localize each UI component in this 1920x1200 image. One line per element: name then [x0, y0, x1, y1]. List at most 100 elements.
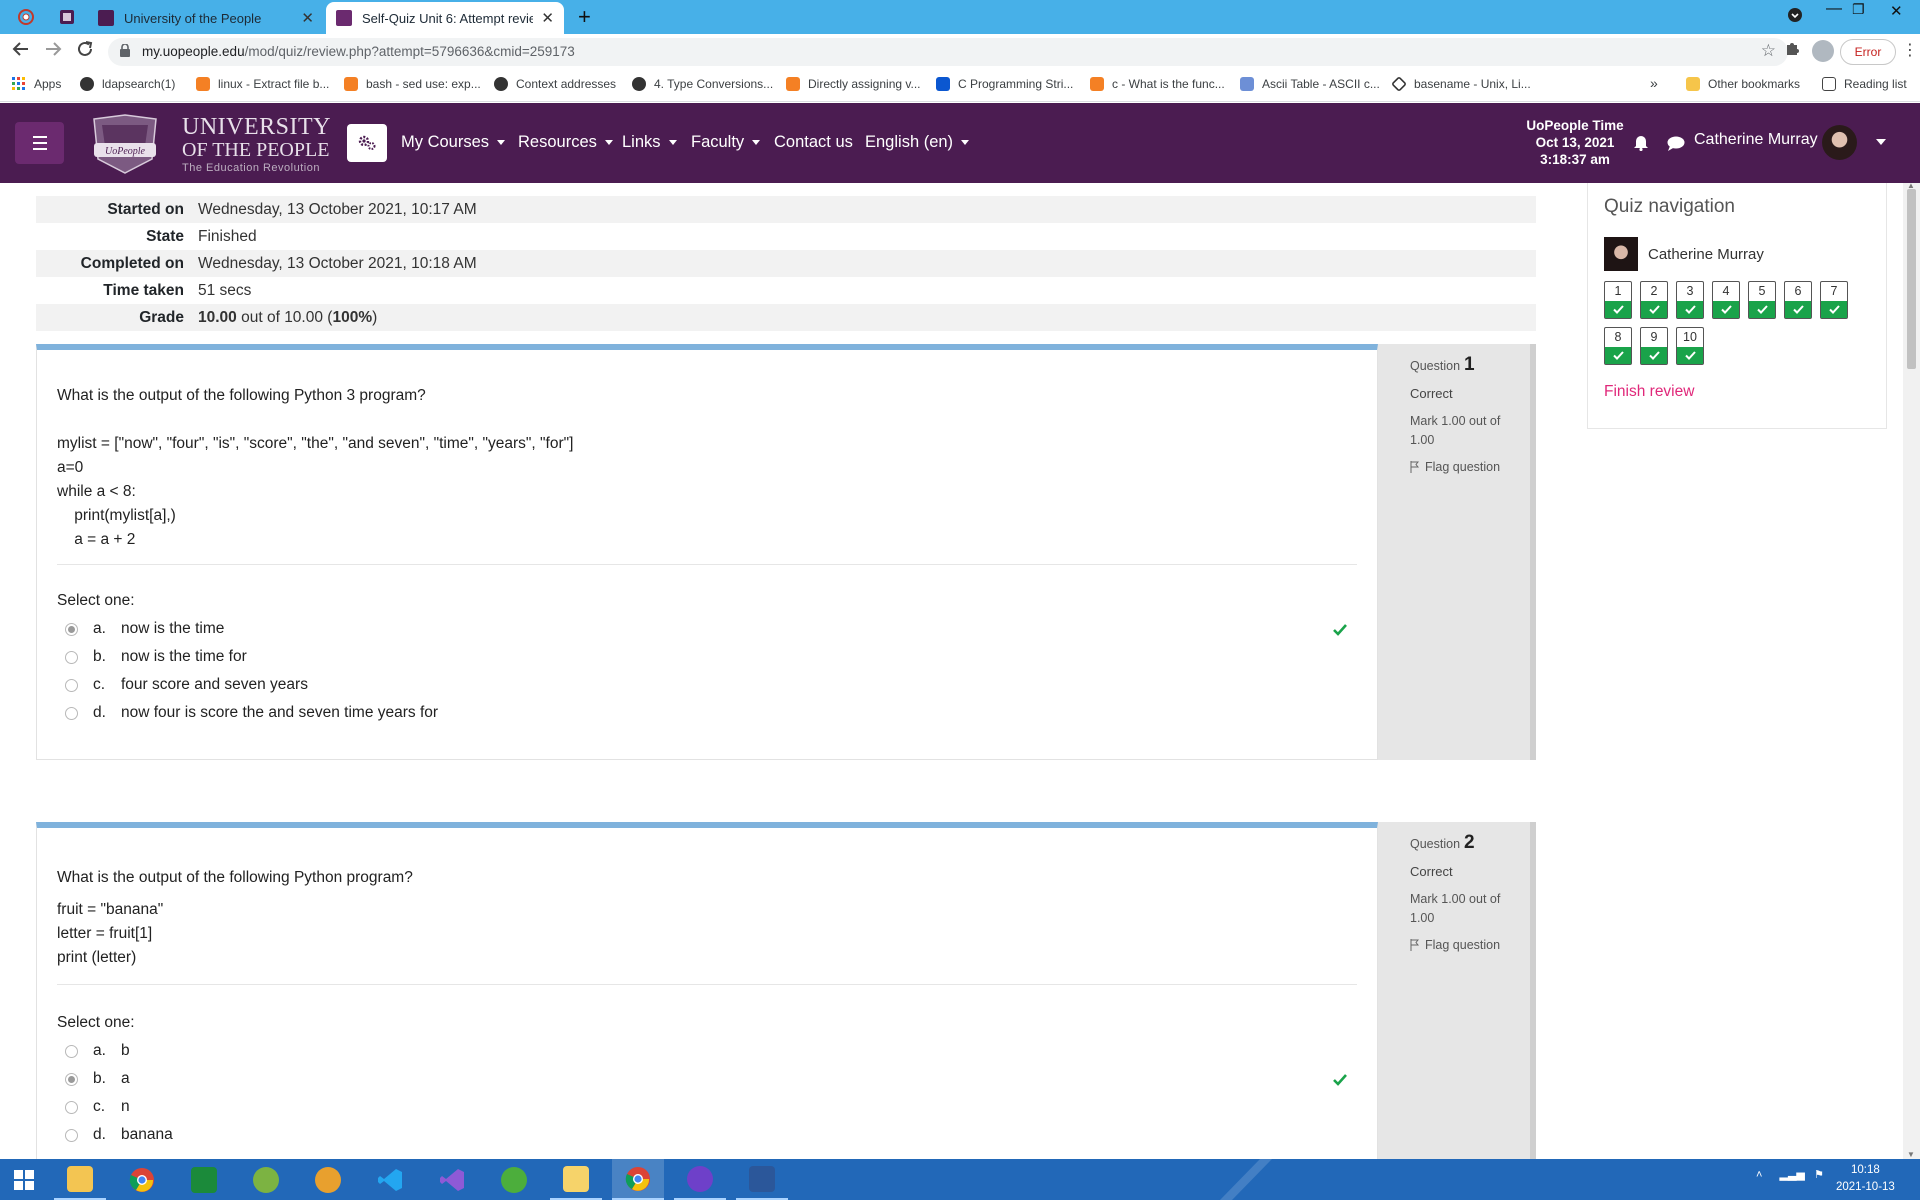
taskbar-visual-studio[interactable]	[426, 1159, 478, 1200]
minimize-icon[interactable]: —	[1826, 0, 1842, 18]
taskbar-globe-app[interactable]	[240, 1159, 292, 1200]
drawer-toggle-button[interactable]	[15, 122, 64, 164]
browser-menu-icon[interactable]: ⋮	[1902, 40, 1918, 60]
nav-faculty[interactable]: Faculty	[691, 133, 761, 152]
radio-button[interactable]	[65, 1100, 78, 1114]
user-menu-caret-icon[interactable]	[1876, 139, 1886, 145]
tab-university-of-the-people[interactable]: University of the People ✕	[88, 2, 324, 34]
bookmark-basename[interactable]: basename - Unix, Li...	[1391, 76, 1531, 92]
bookmark-directly-assigning[interactable]: Directly assigning v...	[786, 77, 920, 91]
restore-icon[interactable]: ❐	[1852, 1, 1865, 18]
radio-button[interactable]	[65, 650, 78, 664]
university-crest-logo[interactable]: UoPeople	[88, 113, 162, 175]
nav-contact-us[interactable]: Contact us	[774, 133, 853, 152]
bookmark-ascii-table[interactable]: Ascii Table - ASCII c...	[1240, 77, 1380, 91]
radio-button[interactable]	[65, 706, 78, 720]
profile-avatar-icon[interactable]	[1812, 40, 1834, 62]
reload-icon[interactable]	[76, 40, 94, 64]
answer-option-d[interactable]: d. now four is score the and seven time y…	[65, 704, 438, 722]
forward-arrow-icon[interactable]	[44, 40, 62, 64]
taskbar-github-desktop[interactable]	[674, 1159, 726, 1200]
taskbar-utorrent[interactable]	[488, 1159, 540, 1200]
quiz-nav-button-6[interactable]: 6	[1784, 281, 1812, 319]
sync-error-button[interactable]: Error	[1840, 39, 1896, 65]
window-close-icon[interactable]: ✕	[1890, 2, 1903, 20]
user-name[interactable]: Catherine Murray	[1694, 131, 1818, 149]
bookmark-other-bookmarks[interactable]: Other bookmarks	[1686, 77, 1800, 91]
bookmark-reading-list[interactable]: Reading list	[1822, 77, 1907, 91]
address-bar[interactable]: my.uopeople.edu/mod/quiz/review.php?atte…	[108, 38, 1788, 66]
pinned-tab-uopeople[interactable]	[15, 6, 37, 28]
settings-gear-button[interactable]	[347, 124, 387, 162]
new-tab-button[interactable]: +	[578, 4, 591, 30]
quiz-nav-button-2[interactable]: 2	[1640, 281, 1668, 319]
answer-option-b[interactable]: b. now is the time for	[65, 648, 247, 666]
scroll-down-arrow-icon[interactable]: ▼	[1907, 1150, 1915, 1159]
taskbar-file-explorer[interactable]	[54, 1159, 106, 1200]
extensions-puzzle-icon[interactable]	[1784, 40, 1800, 61]
pinned-tab-2[interactable]	[56, 6, 78, 28]
taskbar-folder[interactable]	[550, 1159, 602, 1200]
answer-option-d[interactable]: d. banana	[65, 1126, 173, 1144]
answer-option-b[interactable]: b. a	[65, 1070, 130, 1088]
bookmark-star-icon[interactable]: ☆	[1761, 41, 1776, 61]
notification-bell-icon[interactable]	[1633, 133, 1649, 151]
taskbar-vscode[interactable]	[364, 1159, 416, 1200]
back-arrow-icon[interactable]	[12, 40, 30, 64]
bookmark-type-conversions[interactable]: 4. Type Conversions...	[632, 77, 773, 91]
taskbar-chrome-active[interactable]	[612, 1159, 664, 1200]
bookmark-context-addresses[interactable]: Context addresses	[494, 77, 616, 91]
quiz-nav-button-10[interactable]: 10	[1676, 327, 1704, 365]
nav-resources[interactable]: Resources	[518, 133, 613, 152]
bookmark-c-func[interactable]: c - What is the func...	[1090, 77, 1225, 91]
nav-links[interactable]: Links	[622, 133, 677, 152]
close-icon[interactable]: ✕	[541, 9, 554, 27]
tab-self-quiz[interactable]: Self-Quiz Unit 6: Attempt review ✕	[326, 2, 564, 34]
bookmark-apps[interactable]: Apps	[12, 77, 61, 91]
quiz-nav-button-3[interactable]: 3	[1676, 281, 1704, 319]
answer-option-c[interactable]: c. four score and seven years	[65, 676, 308, 694]
taskbar-clock[interactable]: 10:18 2021-10-13	[1836, 1162, 1895, 1196]
bookmark-ldapsearch[interactable]: ldapsearch(1)	[80, 77, 175, 91]
answer-option-a[interactable]: a. b	[65, 1042, 130, 1060]
quiz-nav-button-8[interactable]: 8	[1604, 327, 1632, 365]
university-wordmark[interactable]: UNIVERSITY OF THE PEOPLE The Education R…	[182, 115, 331, 174]
flag-question-link[interactable]: Flag question	[1410, 460, 1500, 474]
radio-button[interactable]	[65, 1128, 78, 1142]
answer-option-a[interactable]: a. now is the time	[65, 620, 224, 638]
quiz-nav-button-5[interactable]: 5	[1748, 281, 1776, 319]
quiz-nav-button-1[interactable]: 1	[1604, 281, 1632, 319]
nav-my-courses[interactable]: My Courses	[401, 133, 506, 152]
tab-search-icon[interactable]	[1788, 8, 1802, 25]
bookmark-linux-extract[interactable]: linux - Extract file b...	[196, 77, 329, 91]
close-icon[interactable]: ✕	[301, 9, 314, 27]
more-bookmarks-chevron[interactable]: »	[1650, 75, 1658, 91]
messages-chat-icon[interactable]	[1667, 136, 1685, 151]
start-button[interactable]	[0, 1159, 48, 1200]
taskbar-store[interactable]	[178, 1159, 230, 1200]
radio-button[interactable]	[65, 622, 78, 636]
bookmark-bash-sed[interactable]: bash - sed use: exp...	[344, 77, 481, 91]
taskbar-duck-app[interactable]	[302, 1159, 354, 1200]
tray-chevron-up-icon[interactable]: ˄	[1756, 1169, 1762, 1181]
scrollbar-thumb[interactable]	[1907, 189, 1916, 369]
quiz-nav-button-9[interactable]: 9	[1640, 327, 1668, 365]
taskbar-chrome[interactable]	[116, 1159, 168, 1200]
page-scrollbar[interactable]: ▲ ▼	[1903, 181, 1920, 1159]
user-picture[interactable]	[1604, 237, 1638, 271]
quiz-nav-button-7[interactable]: 7	[1820, 281, 1848, 319]
flag-question-link[interactable]: Flag question	[1410, 938, 1500, 952]
taskbar-word[interactable]	[736, 1159, 788, 1200]
bookmark-c-programming[interactable]: C Programming Stri...	[936, 77, 1073, 91]
answer-option-c[interactable]: c. n	[65, 1098, 130, 1116]
quiz-navigation-user[interactable]: Catherine Murray	[1648, 246, 1764, 263]
quiz-nav-button-4[interactable]: 4	[1712, 281, 1740, 319]
action-flag-icon[interactable]: ⚑	[1814, 1169, 1824, 1181]
radio-button[interactable]	[65, 1044, 78, 1058]
user-avatar[interactable]	[1822, 125, 1857, 160]
nav-language[interactable]: English (en)	[865, 133, 970, 152]
finish-review-link[interactable]: Finish review	[1604, 383, 1694, 401]
system-tray[interactable]: ˄ ▂▃▅ ⚑	[1756, 1168, 1824, 1181]
radio-button[interactable]	[65, 678, 78, 692]
radio-button[interactable]	[65, 1072, 78, 1086]
